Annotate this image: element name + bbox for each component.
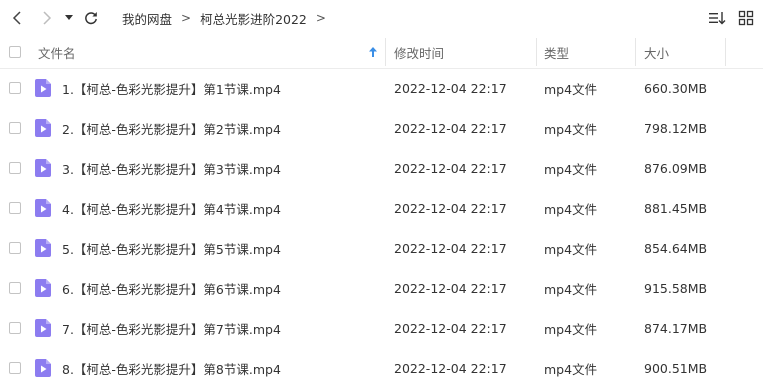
- row-checkbox[interactable]: [9, 68, 21, 108]
- file-type: mp4文件: [544, 241, 598, 257]
- video-file-icon: [35, 159, 51, 177]
- chevron-left-icon: [12, 11, 21, 25]
- video-file-icon: [35, 279, 51, 297]
- file-name[interactable]: 7.【柯总-色彩光影提升】第7节课.mp4: [62, 308, 281, 348]
- file-modified: 2022-12-04 22:17: [394, 240, 507, 256]
- caret-down-icon: [65, 15, 73, 20]
- file-modified: 2022-12-04 22:17: [394, 360, 507, 376]
- video-file-icon: [35, 359, 51, 377]
- file-modified: 2022-12-04 22:17: [394, 320, 507, 336]
- column-header-size-label: 大小: [644, 45, 670, 61]
- breadcrumb: 我的网盘 > 柯总光影进阶2022 >: [122, 0, 335, 36]
- file-size: 660.30MB: [644, 80, 708, 96]
- file-row[interactable]: 3.【柯总-色彩光影提升】第3节课.mp4 2022-12-04 22:17 m…: [0, 148, 763, 188]
- row-checkbox[interactable]: [9, 188, 21, 228]
- file-size: 881.45MB: [644, 200, 708, 216]
- select-all-checkbox[interactable]: [9, 36, 21, 68]
- column-divider[interactable]: [635, 38, 636, 66]
- column-divider[interactable]: [725, 38, 726, 66]
- grid-view-icon: [738, 10, 754, 26]
- file-modified: 2022-12-04 22:17: [394, 280, 507, 296]
- refresh-icon: [85, 12, 97, 25]
- file-row[interactable]: 1.【柯总-色彩光影提升】第1节课.mp4 2022-12-04 22:17 m…: [0, 68, 763, 108]
- sort-menu-button[interactable]: [708, 10, 727, 30]
- file-row[interactable]: 7.【柯总-色彩光影提升】第7节课.mp4 2022-12-04 22:17 m…: [0, 308, 763, 348]
- file-name[interactable]: 6.【柯总-色彩光影提升】第6节课.mp4: [62, 268, 281, 308]
- file-type: mp4文件: [544, 361, 598, 377]
- file-size: 900.51MB: [644, 360, 708, 376]
- file-size: 798.12MB: [644, 120, 708, 136]
- row-checkbox[interactable]: [9, 148, 21, 188]
- file-name[interactable]: 5.【柯总-色彩光影提升】第5节课.mp4: [62, 228, 281, 268]
- column-header-name[interactable]: 文件名: [38, 36, 385, 68]
- row-checkbox[interactable]: [9, 108, 21, 148]
- file-type: mp4文件: [544, 161, 598, 177]
- file-row[interactable]: 2.【柯总-色彩光影提升】第2节课.mp4 2022-12-04 22:17 m…: [0, 108, 763, 148]
- file-name[interactable]: 1.【柯总-色彩光影提升】第1节课.mp4: [62, 68, 281, 108]
- file-type: mp4文件: [544, 321, 598, 337]
- file-row[interactable]: 6.【柯总-色彩光影提升】第6节课.mp4 2022-12-04 22:17 m…: [0, 268, 763, 308]
- column-header-size[interactable]: 大小: [644, 36, 669, 68]
- file-type: mp4文件: [544, 201, 598, 217]
- row-checkbox[interactable]: [9, 268, 21, 308]
- row-checkbox[interactable]: [9, 228, 21, 268]
- file-size: 915.58MB: [644, 280, 708, 296]
- view-mode-button[interactable]: [738, 10, 754, 30]
- video-file-icon: [35, 239, 51, 257]
- file-modified: 2022-12-04 22:17: [394, 80, 507, 96]
- file-row[interactable]: 8.【柯总-色彩光影提升】第8节课.mp4 2022-12-04 22:17 m…: [0, 348, 763, 388]
- file-row[interactable]: 4.【柯总-色彩光影提升】第4节课.mp4 2022-12-04 22:17 m…: [0, 188, 763, 228]
- forward-button[interactable]: [38, 9, 56, 27]
- file-type: mp4文件: [544, 81, 598, 97]
- row-checkbox[interactable]: [9, 308, 21, 348]
- breadcrumb-item-current[interactable]: 柯总光影进阶2022: [200, 9, 307, 28]
- file-type: mp4文件: [544, 121, 598, 137]
- file-modified: 2022-12-04 22:17: [394, 120, 507, 136]
- file-modified: 2022-12-04 22:17: [394, 160, 507, 176]
- file-size: 874.17MB: [644, 320, 708, 336]
- breadcrumb-separator: >: [181, 11, 192, 25]
- file-size: 876.09MB: [644, 160, 708, 176]
- refresh-button[interactable]: [82, 9, 100, 27]
- toolbar: 我的网盘 > 柯总光影进阶2022 >: [0, 0, 763, 36]
- column-header-modified-label: 修改时间: [394, 45, 445, 61]
- column-divider[interactable]: [385, 38, 386, 66]
- video-file-icon: [35, 119, 51, 137]
- back-button[interactable]: [8, 9, 26, 27]
- file-name[interactable]: 8.【柯总-色彩光影提升】第8节课.mp4: [62, 348, 281, 388]
- history-dropdown-button[interactable]: [62, 9, 76, 27]
- video-file-icon: [35, 79, 51, 97]
- file-list-header: 文件名 修改时间 类型 大小: [0, 36, 763, 69]
- column-header-type-label: 类型: [544, 45, 570, 61]
- file-name[interactable]: 4.【柯总-色彩光影提升】第4节课.mp4: [62, 188, 281, 228]
- file-name[interactable]: 3.【柯总-色彩光影提升】第3节课.mp4: [62, 148, 281, 188]
- sort-icon: [709, 12, 726, 25]
- column-header-name-label: 文件名: [38, 45, 76, 61]
- video-file-icon: [35, 319, 51, 337]
- breadcrumb-separator[interactable]: >: [316, 11, 326, 25]
- file-type: mp4文件: [544, 281, 598, 297]
- column-header-modified[interactable]: 修改时间: [394, 36, 444, 68]
- file-row[interactable]: 5.【柯总-色彩光影提升】第5节课.mp4 2022-12-04 22:17 m…: [0, 228, 763, 268]
- file-name[interactable]: 2.【柯总-色彩光影提升】第2节课.mp4: [62, 108, 281, 148]
- arrow-up-icon: [369, 47, 377, 57]
- video-file-icon: [35, 199, 51, 217]
- file-size: 854.64MB: [644, 240, 708, 256]
- column-divider[interactable]: [536, 38, 537, 66]
- breadcrumb-item-root[interactable]: 我的网盘: [122, 9, 172, 28]
- column-header-type[interactable]: 类型: [544, 36, 569, 68]
- file-modified: 2022-12-04 22:17: [394, 200, 507, 216]
- row-checkbox[interactable]: [9, 348, 21, 388]
- chevron-right-icon: [43, 11, 52, 25]
